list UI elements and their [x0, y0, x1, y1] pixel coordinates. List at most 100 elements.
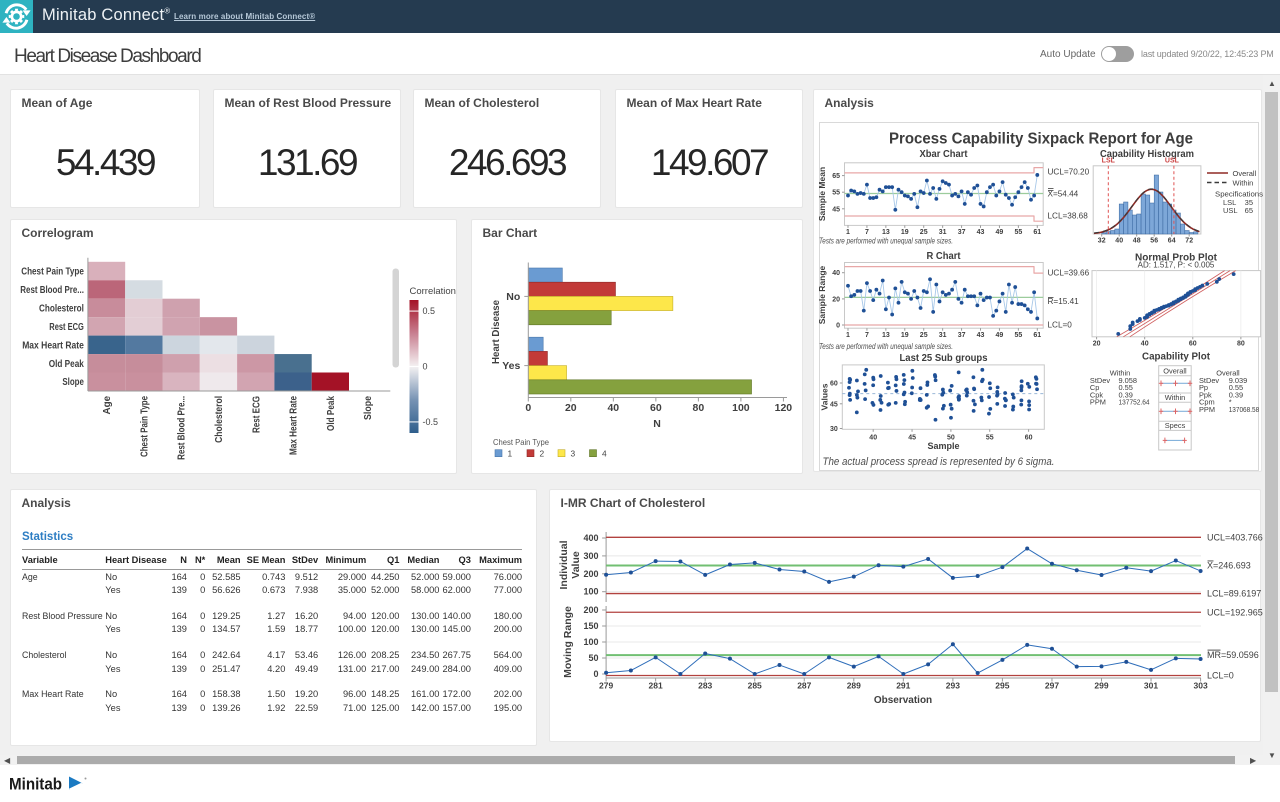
svg-text:61: 61: [1033, 229, 1041, 236]
svg-text:13: 13: [882, 332, 890, 339]
svg-text:Rest ECG: Rest ECG: [251, 396, 262, 433]
svg-text:Sample Range: Sample Range: [817, 265, 827, 324]
svg-text:No: No: [506, 291, 520, 303]
svg-text:Within: Within: [1233, 179, 1254, 188]
svg-text:Cholesterol: Cholesterol: [39, 303, 84, 314]
svg-text:Process Capability Sixpack Rep: Process Capability Sixpack Report for Ag…: [889, 131, 1193, 148]
svg-text:Chest Pain Type: Chest Pain Type: [493, 437, 549, 447]
svg-text:72: 72: [1185, 238, 1193, 245]
svg-text:45: 45: [830, 401, 838, 408]
svg-text:4: 4: [602, 448, 607, 458]
svg-text:61: 61: [1033, 332, 1041, 339]
svg-text:UCL=192.965: UCL=192.965: [1207, 607, 1263, 617]
svg-text:200: 200: [583, 605, 598, 615]
svg-text:Rest ECG: Rest ECG: [49, 322, 84, 333]
svg-text:20: 20: [1093, 341, 1101, 348]
svg-text:48: 48: [1133, 238, 1141, 245]
svg-text:Moving Range: Moving Range: [562, 606, 574, 678]
svg-text:Minitab: Minitab: [9, 776, 62, 793]
svg-text:297: 297: [1045, 681, 1059, 691]
svg-text:LCL=0: LCL=0: [1207, 671, 1234, 681]
svg-text:-0.5: -0.5: [423, 417, 439, 427]
svg-text:55: 55: [1015, 332, 1023, 339]
svg-text:UCL=403.766: UCL=403.766: [1207, 532, 1263, 542]
svg-text:0: 0: [593, 669, 598, 679]
svg-text:Sample: Sample: [927, 441, 959, 451]
svg-text:137068.58: 137068.58: [1229, 405, 1260, 414]
svg-text:150: 150: [583, 621, 598, 631]
svg-text:400: 400: [583, 533, 598, 543]
svg-text:PPM: PPM: [1199, 405, 1215, 414]
svg-text:299: 299: [1094, 681, 1108, 691]
svg-text:19: 19: [901, 332, 909, 339]
svg-text:80: 80: [1237, 341, 1245, 348]
svg-text:60: 60: [1189, 341, 1197, 348]
svg-text:Values: Values: [820, 383, 830, 410]
svg-text:279: 279: [599, 681, 613, 691]
svg-text:X=246.693: X=246.693: [1207, 560, 1251, 570]
svg-text:X=54.44: X=54.44: [1048, 190, 1079, 199]
svg-text:Rest Blood Pre...: Rest Blood Pre...: [177, 396, 188, 460]
svg-text:100: 100: [583, 587, 598, 597]
svg-text:49: 49: [996, 229, 1004, 236]
svg-text:2: 2: [540, 448, 545, 458]
svg-text:301: 301: [1144, 681, 1158, 691]
svg-text:LCL=89.6197: LCL=89.6197: [1207, 589, 1261, 599]
svg-text:Tests are performed with unequ: Tests are performed with unequal sample …: [819, 341, 953, 351]
svg-text:49: 49: [996, 332, 1004, 339]
svg-text:55: 55: [986, 434, 994, 441]
svg-text:303: 303: [1194, 681, 1208, 691]
svg-text:7: 7: [865, 332, 869, 339]
svg-text:281: 281: [649, 681, 663, 691]
svg-text:The actual process spread is r: The actual process spread is represented…: [823, 456, 1055, 468]
svg-text:283: 283: [698, 681, 712, 691]
svg-text:37: 37: [958, 229, 966, 236]
svg-text:1: 1: [846, 332, 850, 339]
svg-text:Observation: Observation: [874, 695, 932, 706]
svg-text:Correlation: Correlation: [410, 286, 456, 297]
svg-text:285: 285: [748, 681, 762, 691]
svg-text:50: 50: [588, 653, 598, 663]
svg-text:100: 100: [732, 402, 750, 414]
svg-text:USL: USL: [1165, 158, 1180, 165]
svg-text:Capability Plot: Capability Plot: [1142, 351, 1210, 363]
svg-text:MR=59.0596: MR=59.0596: [1207, 650, 1259, 660]
svg-text:Max Heart Rate: Max Heart Rate: [22, 340, 84, 351]
svg-text:Slope: Slope: [62, 377, 84, 388]
svg-text:R Chart: R Chart: [927, 250, 961, 262]
svg-text:Tests are performed with unequ: Tests are performed with unequal sample …: [819, 236, 953, 246]
svg-text:Within: Within: [1165, 393, 1186, 402]
svg-text:295: 295: [995, 681, 1009, 691]
svg-text:43: 43: [977, 332, 985, 339]
svg-text:65: 65: [1245, 206, 1253, 215]
svg-text:289: 289: [847, 681, 861, 691]
svg-text:291: 291: [896, 681, 910, 691]
svg-text:64: 64: [1168, 238, 1176, 245]
svg-text:Cholesterol: Cholesterol: [214, 396, 225, 443]
svg-text:3: 3: [571, 448, 576, 458]
svg-text:65: 65: [832, 173, 840, 180]
svg-text:30: 30: [830, 426, 838, 433]
svg-text:120: 120: [775, 402, 793, 414]
svg-text:Age: Age: [102, 395, 113, 414]
svg-text:60: 60: [1025, 434, 1033, 441]
svg-text:20: 20: [832, 296, 840, 303]
svg-text:Last 25 Sub groups: Last 25 Sub groups: [900, 352, 988, 364]
svg-text:0: 0: [423, 362, 428, 372]
svg-text:PPM: PPM: [1090, 398, 1106, 407]
svg-text:Rest Blood Pre...: Rest Blood Pre...: [20, 285, 84, 296]
svg-text:40: 40: [832, 270, 840, 277]
svg-text:LSL: LSL: [1102, 158, 1116, 165]
svg-text:80: 80: [693, 402, 705, 414]
svg-text:56: 56: [1150, 238, 1158, 245]
svg-text:32: 32: [1098, 238, 1106, 245]
svg-text:0: 0: [525, 402, 531, 414]
svg-text:UCL=39.66: UCL=39.66: [1048, 269, 1090, 278]
svg-text:0.5: 0.5: [423, 306, 436, 316]
svg-text:Chest Pain Type: Chest Pain Type: [21, 267, 84, 278]
svg-text:100: 100: [583, 637, 598, 647]
svg-text:UCL=70.20: UCL=70.20: [1048, 168, 1090, 177]
svg-text:40: 40: [1141, 341, 1149, 348]
svg-text:40: 40: [1115, 238, 1123, 245]
svg-text:55: 55: [832, 190, 840, 197]
